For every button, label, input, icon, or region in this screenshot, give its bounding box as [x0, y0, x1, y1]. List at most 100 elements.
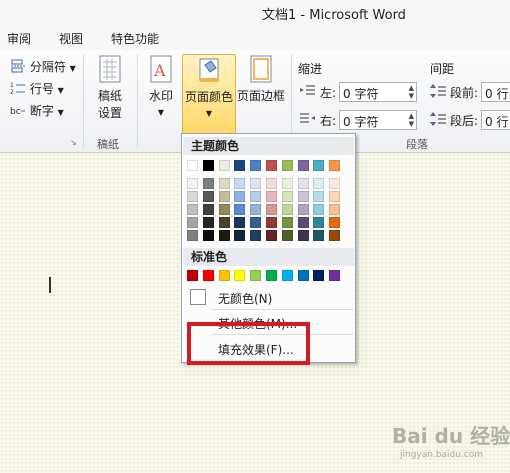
- watermark-button[interactable]: A 水印 ▼: [142, 54, 180, 118]
- theme-shade-swatch[interactable]: [298, 178, 309, 189]
- theme-shade-swatch[interactable]: [282, 178, 293, 189]
- theme-shade-swatch[interactable]: [313, 204, 324, 215]
- theme-shade-swatch[interactable]: [219, 204, 230, 215]
- no-color-item[interactable]: 无颜色(N): [183, 286, 354, 308]
- theme-shade-swatch[interactable]: [266, 191, 277, 202]
- standard-color-swatch[interactable]: [282, 270, 293, 281]
- standard-color-swatch[interactable]: [234, 270, 245, 281]
- theme-shade-swatch[interactable]: [187, 204, 198, 215]
- theme-shade-swatch[interactable]: [203, 178, 214, 189]
- spin-arrows-icon[interactable]: ▲ ▼: [409, 84, 414, 100]
- theme-shade-swatch[interactable]: [329, 191, 340, 202]
- theme-shade-swatch[interactable]: [282, 191, 293, 202]
- hyphenation-button[interactable]: bc 断字 ▼: [10, 102, 64, 120]
- theme-color-swatch[interactable]: [187, 160, 198, 171]
- page-color-button[interactable]: 页面颜色 ▼: [182, 54, 236, 136]
- theme-shade-swatch[interactable]: [313, 230, 324, 241]
- tab-view[interactable]: 视图: [59, 30, 83, 47]
- theme-color-swatch[interactable]: [298, 160, 309, 171]
- standard-color-swatch[interactable]: [203, 270, 214, 281]
- theme-shade-swatch[interactable]: [203, 217, 214, 228]
- theme-shade-swatch[interactable]: [313, 217, 324, 228]
- theme-shade-swatch[interactable]: [234, 217, 245, 228]
- manuscript-icon: [97, 54, 123, 87]
- spacing-before-icon: [430, 84, 446, 101]
- svg-text:2: 2: [10, 89, 14, 95]
- indent-right-field[interactable]: 0 字符 ▲ ▼: [339, 110, 417, 130]
- standard-colors-header: 标准色: [183, 248, 354, 266]
- line-numbers-button[interactable]: 12 行号 ▼: [10, 80, 64, 98]
- theme-shade-swatch[interactable]: [298, 191, 309, 202]
- theme-shade-swatch[interactable]: [313, 191, 324, 202]
- theme-shade-swatch[interactable]: [266, 230, 277, 241]
- standard-color-swatch[interactable]: [298, 270, 309, 281]
- tab-review[interactable]: 审阅: [7, 30, 31, 47]
- theme-color-swatch[interactable]: [282, 160, 293, 171]
- theme-shade-swatch[interactable]: [250, 191, 261, 202]
- theme-color-swatch[interactable]: [234, 160, 245, 171]
- spacing-after-field[interactable]: 0 行: [481, 110, 510, 130]
- theme-shade-swatch[interactable]: [298, 217, 309, 228]
- theme-color-swatch[interactable]: [203, 160, 214, 171]
- spacing-before-field[interactable]: 0 行: [481, 82, 510, 102]
- theme-shade-swatch[interactable]: [219, 230, 230, 241]
- theme-shade-swatch[interactable]: [298, 204, 309, 215]
- theme-color-swatch[interactable]: [313, 160, 324, 171]
- standard-color-swatch[interactable]: [329, 270, 340, 281]
- indent-right-icon: [300, 112, 316, 129]
- theme-shade-swatch[interactable]: [187, 217, 198, 228]
- standard-color-swatch[interactable]: [187, 270, 198, 281]
- indent-right-value: 0 字符: [343, 115, 379, 129]
- paint-bucket-icon: [196, 55, 222, 88]
- theme-shade-swatch[interactable]: [266, 204, 277, 215]
- theme-shade-swatch[interactable]: [282, 204, 293, 215]
- theme-shade-swatch[interactable]: [219, 217, 230, 228]
- chevron-down-icon: ▼: [69, 64, 76, 73]
- breaks-button[interactable]: 分隔符 ▼: [10, 58, 76, 76]
- indent-left-field[interactable]: 0 字符 ▲ ▼: [339, 82, 417, 102]
- theme-shade-swatch[interactable]: [250, 204, 261, 215]
- theme-shade-swatch[interactable]: [234, 204, 245, 215]
- theme-shade-swatch[interactable]: [203, 191, 214, 202]
- spin-arrows-icon[interactable]: ▲ ▼: [409, 112, 414, 128]
- theme-shade-swatch[interactable]: [282, 217, 293, 228]
- theme-shade-swatch[interactable]: [234, 230, 245, 241]
- theme-color-swatch[interactable]: [266, 160, 277, 171]
- theme-shade-swatch[interactable]: [187, 178, 198, 189]
- theme-shade-swatch[interactable]: [329, 217, 340, 228]
- theme-shade-swatch[interactable]: [219, 191, 230, 202]
- theme-shade-swatch[interactable]: [329, 230, 340, 241]
- theme-shade-swatch[interactable]: [282, 230, 293, 241]
- theme-shade-swatch[interactable]: [250, 217, 261, 228]
- theme-shade-swatch[interactable]: [329, 178, 340, 189]
- theme-shade-swatch[interactable]: [250, 230, 261, 241]
- theme-shade-swatch[interactable]: [266, 217, 277, 228]
- theme-shade-swatch[interactable]: [187, 191, 198, 202]
- theme-shade-swatch[interactable]: [187, 230, 198, 241]
- theme-shade-swatch[interactable]: [219, 178, 230, 189]
- standard-color-swatch[interactable]: [313, 270, 324, 281]
- tab-special-features[interactable]: 特色功能: [111, 30, 159, 47]
- theme-shade-swatch[interactable]: [250, 178, 261, 189]
- theme-shade-swatch[interactable]: [298, 230, 309, 241]
- standard-color-swatch[interactable]: [250, 270, 261, 281]
- theme-shade-swatch[interactable]: [313, 178, 324, 189]
- theme-shade-swatch[interactable]: [203, 204, 214, 215]
- spacing-before-value: 0 行: [485, 87, 509, 101]
- theme-shade-swatch[interactable]: [203, 230, 214, 241]
- theme-shade-swatch[interactable]: [234, 191, 245, 202]
- theme-color-swatch[interactable]: [219, 160, 230, 171]
- theme-shade-swatch[interactable]: [329, 204, 340, 215]
- dialog-launcher-icon[interactable]: ↘: [70, 138, 77, 147]
- page-border-button[interactable]: 页面边框: [236, 54, 286, 104]
- theme-color-swatch[interactable]: [329, 160, 340, 171]
- manuscript-label-line1: 稿纸: [97, 89, 122, 103]
- theme-shade-swatch[interactable]: [234, 178, 245, 189]
- hyphenation-label: 断字: [29, 104, 54, 118]
- standard-color-swatch[interactable]: [219, 270, 230, 281]
- standard-color-swatch[interactable]: [266, 270, 277, 281]
- spacing-after-label: 段后:: [450, 114, 479, 128]
- manuscript-settings-button[interactable]: 稿纸 设置: [88, 54, 132, 121]
- theme-shade-swatch[interactable]: [266, 178, 277, 189]
- theme-color-swatch[interactable]: [250, 160, 261, 171]
